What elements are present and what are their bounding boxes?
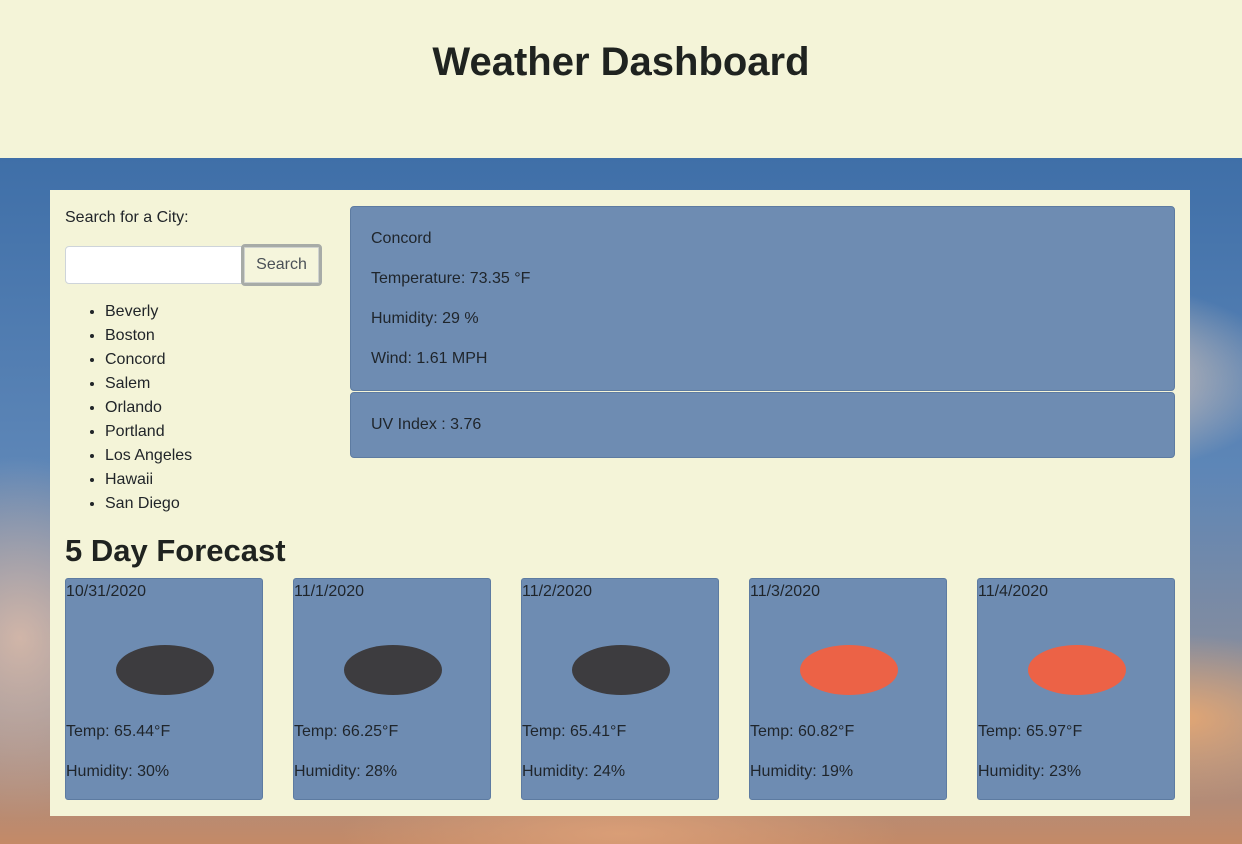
- search-label: Search for a City:: [65, 209, 189, 226]
- current-wind: Wind: 1.61 MPH: [371, 350, 488, 367]
- uv-index-card: UV Index : 3.76: [350, 392, 1175, 458]
- forecast-temp: Temp: 66.25°F: [294, 723, 399, 740]
- dark-cloud-icon: [572, 645, 670, 695]
- history-item-concord[interactable]: Concord: [105, 348, 192, 372]
- uv-index-text: UV Index : 3.76: [371, 416, 482, 433]
- forecast-date: 11/2/2020: [522, 583, 592, 600]
- history-item-boston[interactable]: Boston: [105, 324, 192, 348]
- history-item-san-diego[interactable]: San Diego: [105, 492, 192, 516]
- current-weather-card: Concord Temperature: 73.35 °F Humidity: …: [350, 206, 1175, 391]
- current-temperature: Temperature: 73.35 °F: [371, 270, 531, 287]
- forecast-card: 11/2/2020 Temp: 65.41°F Humidity: 24%: [521, 578, 719, 800]
- forecast-humidity: Humidity: 19%: [750, 763, 854, 780]
- history-item-los-angeles[interactable]: Los Angeles: [105, 444, 192, 468]
- forecast-humidity: Humidity: 23%: [978, 763, 1082, 780]
- history-item-beverly[interactable]: Beverly: [105, 300, 192, 324]
- city-search-input[interactable]: [65, 246, 243, 284]
- history-item-orlando[interactable]: Orlando: [105, 396, 192, 420]
- forecast-temp: Temp: 65.97°F: [978, 723, 1083, 740]
- forecast-card: 11/4/2020 Temp: 65.97°F Humidity: 23%: [977, 578, 1175, 800]
- forecast-card: 10/31/2020 Temp: 65.44°F Humidity: 30%: [65, 578, 263, 800]
- search-button[interactable]: Search: [241, 244, 322, 286]
- forecast-temp: Temp: 65.41°F: [522, 723, 627, 740]
- sun-icon: [800, 645, 898, 695]
- dark-cloud-icon: [116, 645, 214, 695]
- search-history-list: Beverly Boston Concord Salem Orlando Por…: [105, 300, 192, 516]
- forecast-title: 5 Day Forecast: [65, 533, 286, 568]
- forecast-date: 11/1/2020: [294, 583, 364, 600]
- current-city: Concord: [371, 230, 432, 247]
- forecast-humidity: Humidity: 30%: [66, 763, 170, 780]
- forecast-date: 11/3/2020: [750, 583, 820, 600]
- dark-cloud-icon: [344, 645, 442, 695]
- page-title: Weather Dashboard: [432, 40, 810, 84]
- sun-icon: [1028, 645, 1126, 695]
- forecast-humidity: Humidity: 24%: [522, 763, 626, 780]
- history-item-hawaii[interactable]: Hawaii: [105, 468, 192, 492]
- forecast-temp: Temp: 60.82°F: [750, 723, 855, 740]
- forecast-temp: Temp: 65.44°F: [66, 723, 171, 740]
- forecast-humidity: Humidity: 28%: [294, 763, 398, 780]
- forecast-card: 11/1/2020 Temp: 66.25°F Humidity: 28%: [293, 578, 491, 800]
- current-humidity: Humidity: 29 %: [371, 310, 479, 327]
- history-item-salem[interactable]: Salem: [105, 372, 192, 396]
- forecast-date: 11/4/2020: [978, 583, 1048, 600]
- forecast-card: 11/3/2020 Temp: 60.82°F Humidity: 19%: [749, 578, 947, 800]
- forecast-date: 10/31/2020: [66, 583, 147, 600]
- page-header: Weather Dashboard: [0, 0, 1242, 158]
- history-item-portland[interactable]: Portland: [105, 420, 192, 444]
